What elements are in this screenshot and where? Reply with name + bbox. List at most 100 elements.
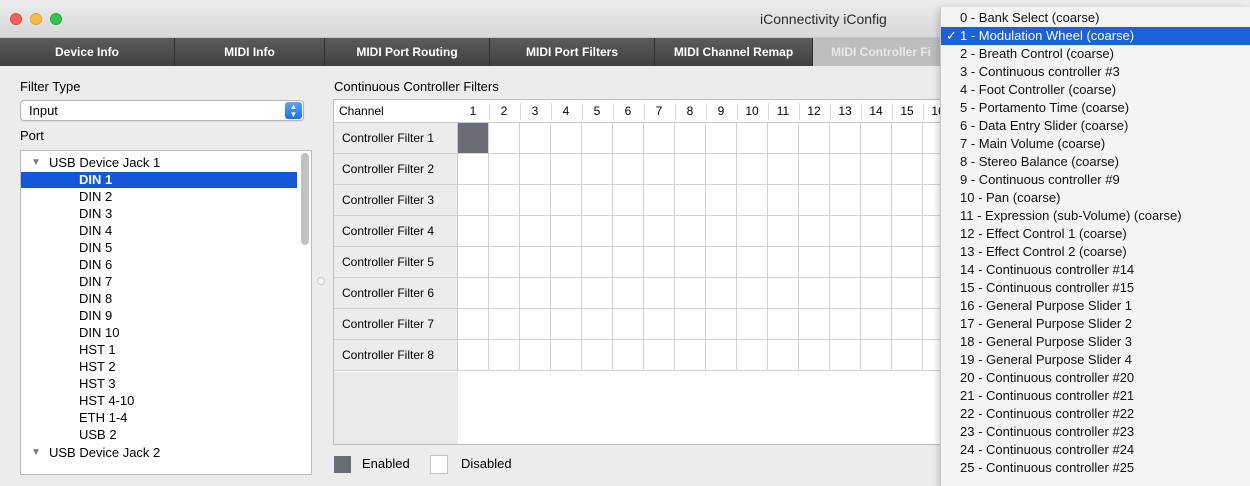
channel-toggle-cell[interactable] [582,309,613,340]
controller-menu-item[interactable]: 4 - Foot Controller (coarse) [941,81,1250,99]
tab-midi-controller-filters[interactable]: MIDI Controller Fi [813,38,950,66]
channel-toggle-cell[interactable] [737,340,768,371]
channel-toggle-cell[interactable] [520,247,551,278]
channel-toggle-cell[interactable] [861,123,892,154]
controller-menu-item[interactable]: 15 - Continuous controller #15 [941,279,1250,297]
channel-toggle-cell[interactable] [892,247,923,278]
channel-toggle-cell[interactable] [489,340,520,371]
disclosure-triangle-icon[interactable]: ▼ [31,155,41,171]
channel-toggle-cell[interactable] [582,247,613,278]
controller-menu-item[interactable]: 13 - Effect Control 2 (coarse) [941,243,1250,261]
channel-toggle-cell[interactable] [706,216,737,247]
controller-menu-item[interactable]: 20 - Continuous controller #20 [941,369,1250,387]
channel-toggle-cell[interactable] [830,185,861,216]
disclosure-triangle-icon[interactable]: ▼ [31,445,41,461]
controller-filter-row-label[interactable]: Controller Filter 7 [334,309,458,340]
channel-toggle-cell[interactable] [737,123,768,154]
channel-toggle-cell[interactable] [520,216,551,247]
channel-toggle-cell[interactable] [489,247,520,278]
controller-menu-item[interactable]: 24 - Continuous controller #24 [941,441,1250,459]
port-item[interactable]: HST 3 [21,376,297,392]
channel-toggle-cell[interactable] [551,340,582,371]
port-item[interactable]: DIN 6 [21,257,297,273]
channel-toggle-cell[interactable] [799,278,830,309]
channel-toggle-cell[interactable] [520,340,551,371]
zoom-window-button[interactable] [50,13,62,25]
port-scrollbar[interactable] [301,153,309,245]
channel-toggle-cell[interactable] [551,123,582,154]
controller-filter-row-label[interactable]: Controller Filter 8 [334,340,458,371]
channel-toggle-cell[interactable] [458,278,489,309]
channel-toggle-cell[interactable] [644,154,675,185]
channel-toggle-cell[interactable] [644,185,675,216]
controller-filter-row-label[interactable]: Controller Filter 5 [334,247,458,278]
controller-filter-row-label[interactable]: Controller Filter 4 [334,216,458,247]
channel-toggle-cell[interactable] [768,340,799,371]
channel-toggle-cell[interactable] [706,247,737,278]
channel-toggle-cell[interactable] [458,154,489,185]
channel-toggle-cell[interactable] [675,247,706,278]
port-item[interactable]: DIN 5 [21,240,297,256]
controller-menu-item[interactable]: 18 - General Purpose Slider 3 [941,333,1250,351]
filter-type-select[interactable]: Input ▲ ▼ [20,100,304,121]
channel-toggle-cell[interactable] [489,309,520,340]
channel-toggle-cell[interactable] [737,185,768,216]
channel-toggle-cell[interactable] [737,154,768,185]
port-item[interactable]: DIN 3 [21,206,297,222]
channel-toggle-cell[interactable] [799,340,830,371]
channel-toggle-cell[interactable] [644,340,675,371]
channel-toggle-cell[interactable] [830,309,861,340]
tab-midi-port-routing[interactable]: MIDI Port Routing [325,38,490,66]
channel-toggle-cell[interactable] [799,216,830,247]
channel-toggle-cell[interactable] [613,309,644,340]
channel-toggle-cell[interactable] [830,247,861,278]
channel-toggle-cell[interactable] [830,123,861,154]
channel-toggle-cell[interactable] [861,216,892,247]
channel-toggle-cell[interactable] [582,340,613,371]
port-item[interactable]: DIN 8 [21,291,297,307]
channel-toggle-cell[interactable] [644,247,675,278]
channel-toggle-cell[interactable] [799,123,830,154]
channel-toggle-cell[interactable] [582,123,613,154]
port-item[interactable]: DIN 9 [21,308,297,324]
channel-toggle-cell[interactable] [675,185,706,216]
splitter-handle[interactable] [317,277,325,285]
channel-toggle-cell[interactable] [830,216,861,247]
channel-toggle-cell[interactable] [644,216,675,247]
controller-menu-item[interactable]: 9 - Continuous controller #9 [941,171,1250,189]
channel-toggle-cell[interactable] [644,309,675,340]
port-item[interactable]: HST 2 [21,359,297,375]
channel-toggle-cell[interactable] [644,123,675,154]
channel-toggle-cell[interactable] [458,247,489,278]
channel-toggle-cell[interactable] [892,154,923,185]
channel-toggle-cell[interactable] [582,154,613,185]
port-item[interactable]: DIN 10 [21,325,297,341]
channel-toggle-cell[interactable] [737,216,768,247]
channel-toggle-cell[interactable] [768,309,799,340]
controller-menu-item[interactable]: 19 - General Purpose Slider 4 [941,351,1250,369]
channel-toggle-cell[interactable] [551,309,582,340]
port-item[interactable]: DIN 1 [21,172,297,188]
channel-toggle-cell[interactable] [613,123,644,154]
close-window-button[interactable] [10,13,22,25]
channel-toggle-cell[interactable] [768,247,799,278]
channel-toggle-cell[interactable] [582,216,613,247]
channel-toggle-cell[interactable] [551,154,582,185]
channel-toggle-cell[interactable] [830,154,861,185]
port-item[interactable]: USB 2 [21,427,297,443]
channel-toggle-cell[interactable] [520,278,551,309]
controller-filter-row-label[interactable]: Controller Filter 6 [334,278,458,309]
channel-toggle-cell[interactable] [520,123,551,154]
channel-toggle-cell[interactable] [675,154,706,185]
channel-toggle-cell[interactable] [768,185,799,216]
channel-toggle-cell[interactable] [706,154,737,185]
controller-menu-item[interactable]: ✓ 1 - Modulation Wheel (coarse) [941,27,1250,45]
controller-menu-item[interactable]: 21 - Continuous controller #21 [941,387,1250,405]
channel-toggle-cell[interactable] [861,340,892,371]
port-item[interactable]: HST 4-10 [21,393,297,409]
channel-toggle-cell[interactable] [737,247,768,278]
channel-toggle-cell[interactable] [613,185,644,216]
tab-midi-port-filters[interactable]: MIDI Port Filters [490,38,655,66]
controller-menu-item[interactable]: 8 - Stereo Balance (coarse) [941,153,1250,171]
controller-menu-item[interactable]: 11 - Expression (sub-Volume) (coarse) [941,207,1250,225]
